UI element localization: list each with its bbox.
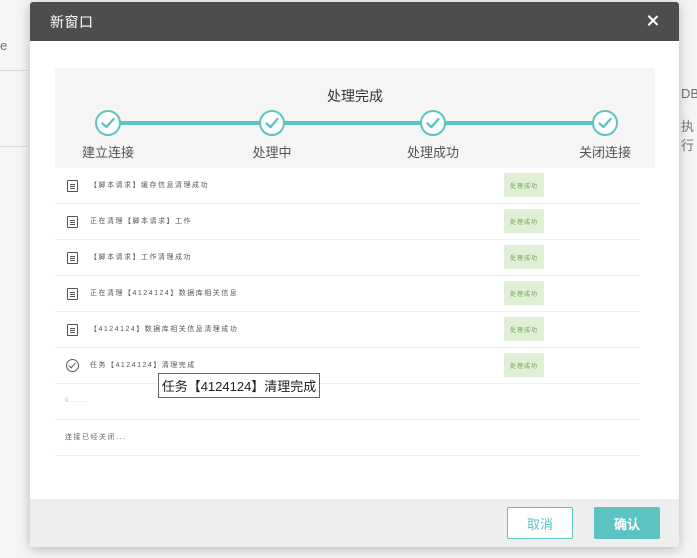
stepper-progress-line <box>108 121 600 125</box>
step-label: 处理成功 <box>406 145 459 160</box>
document-icon <box>67 324 78 336</box>
stepper-title: 处理完成 <box>327 88 383 104</box>
modal-footer: 取消 确认 <box>30 499 679 547</box>
document-icon <box>67 288 78 300</box>
status-badge: 处理成功 <box>504 353 544 377</box>
check-circle-icon <box>66 359 79 372</box>
modal-header: 新窗口 <box>30 2 679 41</box>
log-row: 任务【4124124】清理完成 处理成功 <box>55 348 640 384</box>
progress-stepper: 处理完成 建立连接 处理中 处理成功 关闭连接 <box>55 68 655 168</box>
log-row: 【脚本请求】缓存信息清理成功 处理成功 <box>55 168 640 204</box>
check-icon <box>592 110 618 136</box>
log-message: 【脚本请求】缓存信息清理成功 <box>90 182 209 189</box>
log-message: 正在清理【脚本请求】工作 <box>90 218 192 225</box>
status-badge: 处理成功 <box>504 245 544 269</box>
status-badge: 处理成功 <box>504 317 544 341</box>
modal-dialog: 新窗口 处理完成 建立连接 处理中 处理成功 关闭连接 【脚本请求】缓存信息清理… <box>30 2 679 547</box>
log-message: 0...... <box>65 398 89 404</box>
log-message: 【脚本请求】工作清理成功 <box>90 254 192 261</box>
confirm-button[interactable]: 确认 <box>594 507 660 539</box>
cancel-button[interactable]: 取消 <box>507 507 573 539</box>
check-icon <box>95 110 121 136</box>
step-close-connection: 关闭连接 <box>560 110 650 161</box>
log-message: 连接已经关闭... <box>65 434 127 441</box>
close-icon[interactable] <box>643 11 663 31</box>
tooltip: 任务【4124124】清理完成 <box>158 373 320 398</box>
log-list: 【脚本请求】缓存信息清理成功 处理成功 正在清理【脚本请求】工作 处理成功 【脚… <box>55 168 640 456</box>
status-badge: 处理成功 <box>504 281 544 305</box>
step-label: 建立连接 <box>81 145 134 160</box>
check-icon <box>259 110 285 136</box>
log-row: 【脚本请求】工作清理成功 处理成功 <box>55 240 640 276</box>
document-icon <box>67 216 78 228</box>
step-success: 处理成功 <box>388 110 478 161</box>
log-row: 正在清理【4124124】数据库相关信息 处理成功 <box>55 276 640 312</box>
status-badge: 处理成功 <box>504 173 544 197</box>
modal-title: 新窗口 <box>50 13 94 30</box>
status-badge: 处理成功 <box>504 209 544 233</box>
log-message: 【4124124】数据库相关信息清理成功 <box>90 326 239 333</box>
log-row: 0...... <box>55 384 640 420</box>
log-row: 连接已经关闭... <box>55 420 640 456</box>
log-row: 【4124124】数据库相关信息清理成功 处理成功 <box>55 312 640 348</box>
log-message: 正在清理【4124124】数据库相关信息 <box>90 290 239 297</box>
log-row: 正在清理【脚本请求】工作 处理成功 <box>55 204 640 240</box>
check-icon <box>420 110 446 136</box>
document-icon <box>67 252 78 264</box>
step-label: 关闭连接 <box>578 145 631 160</box>
step-processing: 处理中 <box>227 110 317 161</box>
log-message: 任务【4124124】清理完成 <box>90 362 196 369</box>
document-icon <box>67 180 78 192</box>
step-connect: 建立连接 <box>63 110 153 161</box>
step-label: 处理中 <box>252 145 292 160</box>
